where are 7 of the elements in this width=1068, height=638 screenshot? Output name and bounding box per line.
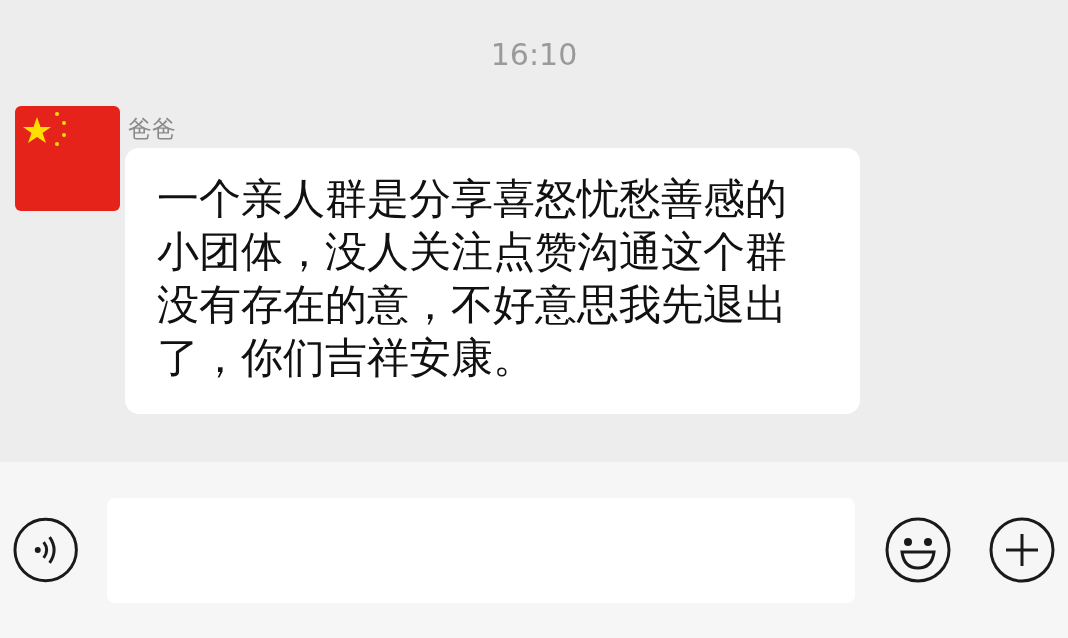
plus-icon[interactable] bbox=[988, 516, 1056, 584]
message-bubble: 一个亲人群是分享喜怒忧愁善感的小团体，没人关注点赞沟通这个群没有存在的意，不好意思我先退出了，你们吉祥安康。 bbox=[125, 148, 860, 414]
avatar-icon[interactable] bbox=[15, 106, 120, 211]
voice-icon[interactable] bbox=[12, 516, 80, 584]
emoji-icon[interactable] bbox=[884, 516, 952, 584]
message-time: 16:10 bbox=[490, 36, 578, 74]
sender-name: 爸爸 bbox=[128, 114, 176, 144]
